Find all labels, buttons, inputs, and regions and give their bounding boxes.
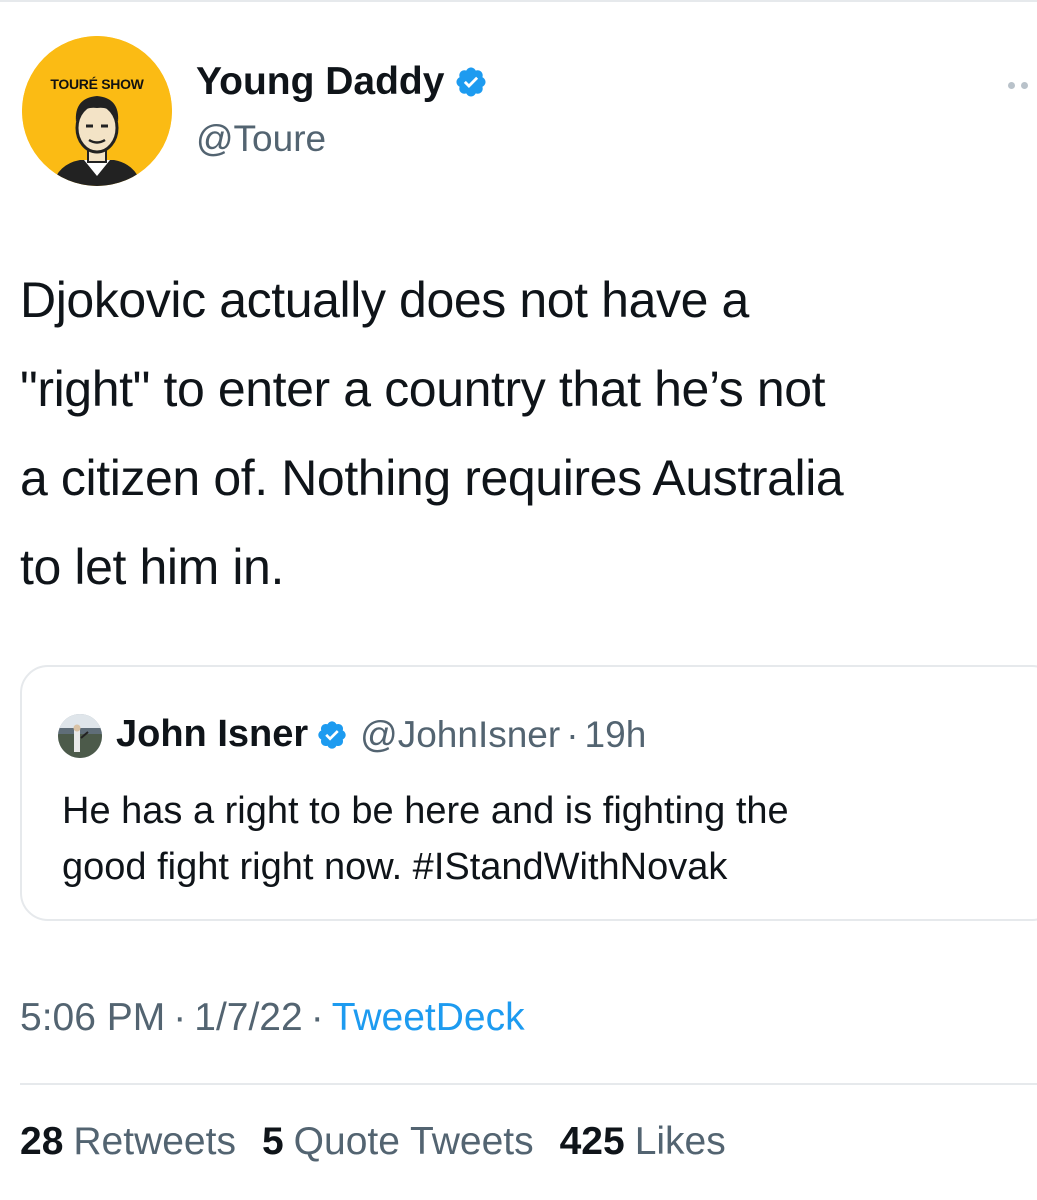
separator-dot: · — [566, 713, 579, 755]
quote-tweets-count: 5 — [261, 1120, 284, 1163]
retweets-count: 28 — [20, 1120, 64, 1163]
avatar-show-label: TOURÉ SHOW — [50, 76, 144, 92]
quoted-author-avatar[interactable] — [58, 714, 102, 758]
more-dot — [1008, 82, 1015, 89]
tweet-text-line: "right" to enter a country that he’s not — [20, 361, 826, 417]
separator-dot: · — [173, 996, 187, 1039]
quoted-tweet-time[interactable]: 19h — [585, 714, 647, 756]
tweet-date[interactable]: 1/7/22 — [194, 996, 302, 1039]
quoted-author-handle[interactable]: @JohnIsner — [360, 714, 560, 756]
author-name-text: Young Daddy — [196, 60, 445, 103]
quoted-author-name[interactable]: John Isner — [116, 713, 308, 756]
quoted-tweet-header: John Isner @JohnIsner · 19h — [116, 713, 646, 756]
engagement-stats: 28 Retweets 5 Quote Tweets 425 Likes — [20, 1120, 726, 1164]
verified-badge-icon — [318, 720, 346, 749]
likes-stat[interactable]: 425 Likes — [560, 1120, 726, 1164]
tweet-text-line: Djokovic actually does not have a — [20, 272, 749, 328]
tweet-time[interactable]: 5:06 PM — [20, 996, 165, 1039]
quote-tweets-label: Quote Tweets — [293, 1120, 534, 1163]
tweet-text-line: a citizen of. Nothing requires Australia — [20, 450, 844, 506]
author-handle[interactable]: @Toure — [196, 118, 326, 160]
quoted-tweet-text: He has a right to be here and is fightin… — [62, 783, 1022, 895]
tennis-court-photo-icon — [58, 714, 102, 758]
avatar-portrait-icon — [22, 36, 172, 186]
likes-count: 425 — [559, 1120, 625, 1163]
retweets-stat[interactable]: 28 Retweets — [20, 1120, 236, 1164]
tweet-meta: 5:06 PM · 1/7/22 · TweetDeck — [20, 996, 525, 1040]
tweet-text-line: to let him in. — [20, 539, 284, 595]
quoted-tweet-card[interactable]: John Isner @JohnIsner · 19h He has a rig… — [20, 665, 1037, 921]
divider — [20, 1083, 1037, 1085]
author-display-name[interactable]: Young Daddy — [196, 60, 488, 104]
top-border — [0, 0, 1037, 2]
more-options-icon[interactable] — [1008, 82, 1028, 89]
likes-label: Likes — [634, 1120, 726, 1163]
tweet-text: Djokovic actually does not have a "right… — [20, 256, 1025, 612]
quoted-text-line: He has a right to be here and is fightin… — [62, 790, 789, 832]
author-avatar[interactable]: TOURÉ SHOW — [22, 36, 172, 186]
tweet-source-link[interactable]: TweetDeck — [332, 996, 525, 1039]
verified-badge-icon — [456, 67, 486, 97]
retweets-label: Retweets — [73, 1120, 236, 1163]
quoted-text-line: good fight right now. #IStandWithNovak — [62, 846, 728, 888]
quote-tweets-stat[interactable]: 5 Quote Tweets — [262, 1120, 534, 1164]
separator-dot: · — [310, 996, 324, 1039]
more-dot — [1021, 82, 1028, 89]
